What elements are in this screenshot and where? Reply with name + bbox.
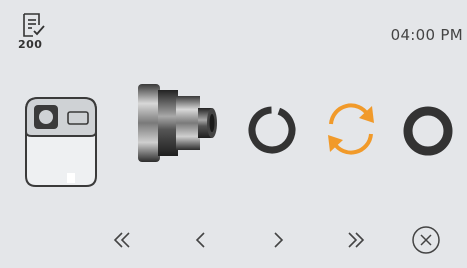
double-chevron-right-icon [348,232,365,248]
close-button[interactable] [408,222,444,258]
first-page-button[interactable] [104,222,140,258]
clock-time: 04:00 PM [390,26,463,44]
chevron-left-icon [195,232,205,248]
double-chevron-left-icon [113,232,130,248]
machine-icon[interactable] [18,90,104,192]
last-page-button[interactable] [338,222,374,258]
checklist-icon[interactable] [20,12,46,38]
close-circle-icon [412,226,440,254]
ring-icon[interactable] [397,100,459,162]
task-count: 200 [18,38,43,51]
previous-button[interactable] [183,222,219,258]
next-button[interactable] [260,222,296,258]
cylinder-die-icon[interactable] [134,80,226,166]
navigation-bar [0,222,467,262]
top-bar: 200 04:00 PM [0,0,467,60]
refresh-arrows-icon[interactable] [318,96,384,162]
open-ring-icon[interactable] [242,100,302,160]
chevron-right-icon [274,232,284,248]
process-items [0,78,467,198]
